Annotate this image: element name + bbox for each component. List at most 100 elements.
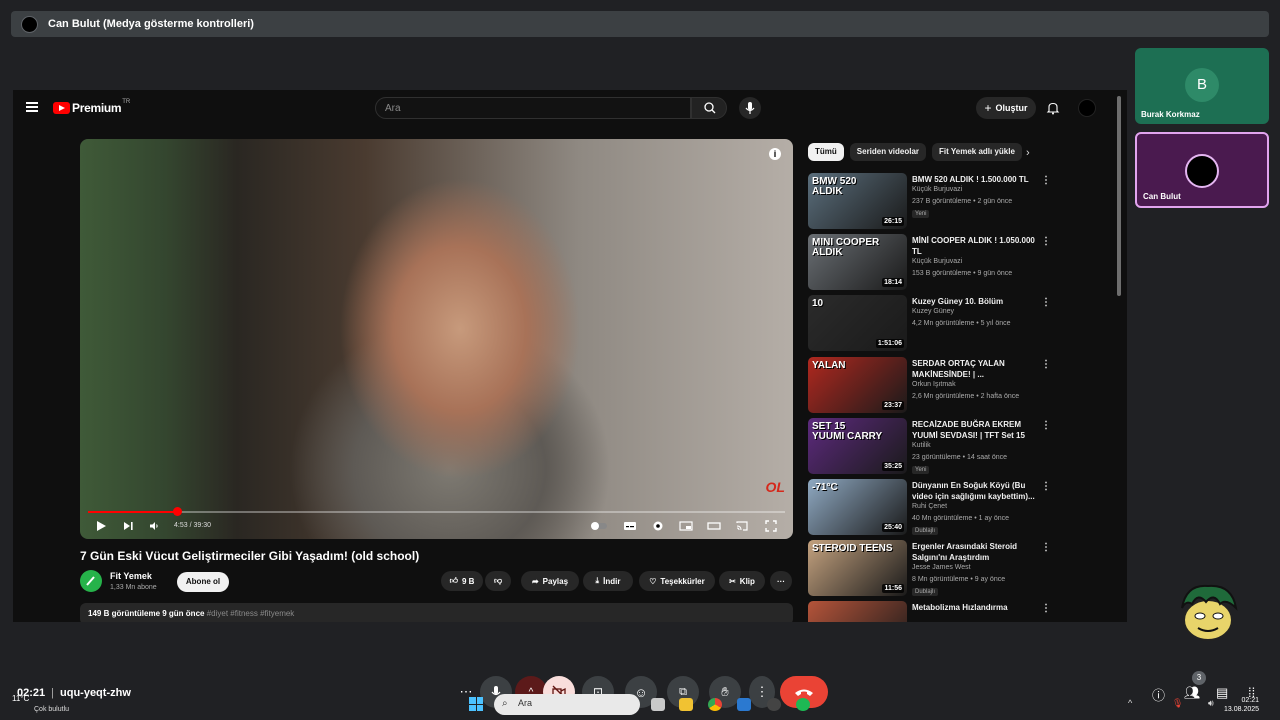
search-icon — [704, 102, 716, 114]
recommendation-item[interactable]: Metabolizma Hızlandırma ⋮ — [808, 601, 1053, 622]
miniplayer-icon[interactable] — [679, 520, 693, 532]
description-box[interactable]: 149 B görüntüleme 9 gün önce #diyet #fit… — [80, 603, 793, 622]
filter-chip[interactable]: Tümü — [808, 143, 844, 161]
create-button[interactable]: + Oluştur — [976, 97, 1036, 119]
more-vertical-icon[interactable]: ⋮ — [1041, 175, 1051, 186]
next-icon[interactable] — [122, 520, 134, 532]
video-thumbnail[interactable]: YALAN 23:37 — [808, 356, 907, 413]
recommendation-channel[interactable]: Kuzey Güney — [912, 308, 954, 315]
progress-scrubber[interactable] — [173, 507, 183, 516]
video-duration: 26:15 — [882, 217, 904, 226]
play-icon[interactable] — [95, 520, 107, 532]
recommendation-title[interactable]: Metabolizma Hızlandırma — [912, 602, 1037, 613]
more-vertical-icon[interactable]: ⋮ — [1041, 236, 1051, 247]
subtitles-icon[interactable] — [623, 520, 637, 532]
meeting-code[interactable]: uqu-yeqt-zhw — [60, 687, 131, 699]
participant-tile[interactable]: B Burak Korkmaz — [1135, 48, 1269, 124]
dislike-button[interactable]: 👎︎ — [485, 571, 511, 591]
recommendation-item[interactable]: MINI COOPER ALDIK 18:14 MİNİ COOPER ALDIK … — [808, 234, 1053, 292]
bell-icon[interactable] — [1046, 101, 1060, 115]
recommendation-channel[interactable]: Orkun Işıtmak — [912, 381, 956, 388]
volume-icon[interactable] — [148, 520, 160, 532]
settings-icon[interactable] — [652, 520, 664, 532]
more-vertical-icon[interactable]: ⋮ — [1041, 542, 1051, 553]
cast-icon[interactable] — [735, 520, 749, 532]
more-vertical-icon[interactable]: ⋮ — [1041, 603, 1051, 614]
account-avatar[interactable] — [1078, 99, 1096, 117]
presenter-bar[interactable]: Can Bulut (Medya gösterme kontrolleri) — [11, 11, 1269, 37]
more-vertical-icon[interactable]: ⋮ — [1041, 420, 1051, 431]
page-scrollbar[interactable] — [1117, 96, 1121, 296]
more-vertical-icon[interactable]: ⋮ — [1041, 359, 1051, 370]
like-button[interactable]: 👍︎ 9 B — [441, 571, 483, 591]
channel-name[interactable]: Fit Yemek — [110, 571, 152, 581]
file-explorer-icon[interactable] — [679, 698, 693, 711]
recommendation-item[interactable]: SET 15 YUUMI CARRY 35:25 RECAİZADE BUĞRA E… — [808, 417, 1053, 476]
recommendation-title[interactable]: MİNİ COOPER ALDIK ! 1.050.000 TL — [912, 235, 1037, 257]
video-thumbnail[interactable]: BMW 520 ALDIK 26:15 — [808, 173, 907, 229]
recommendation-title[interactable]: RECAİZADE BUĞRA EKREM YUUMİ SEVDASI! | T… — [912, 419, 1037, 441]
video-thumbnail[interactable] — [808, 601, 907, 622]
recommendation-item[interactable]: -71°C 25:40 Dünyanın En Soğuk Köyü (Bu vid… — [808, 479, 1053, 537]
video-thumbnail[interactable]: 10 1:51:06 — [808, 295, 907, 352]
weather-temp[interactable]: 11°C — [12, 694, 29, 703]
meeting-details-icon[interactable]: ⓘ — [1152, 685, 1165, 704]
taskbar-clock[interactable]: 02:21 13.08.2025 — [1224, 696, 1259, 714]
recommendation-item[interactable]: BMW 520 ALDIK 26:15 BMW 520 ALDIK ! 1.500.… — [808, 173, 1053, 231]
search-button[interactable] — [691, 97, 727, 119]
share-button[interactable]: ➦ Paylaş — [521, 571, 579, 591]
video-thumbnail[interactable]: -71°C 25:40 — [808, 479, 907, 535]
recommendation-channel[interactable]: Jesse James West — [912, 564, 971, 571]
recommendation-channel[interactable]: Ruhi Çenet — [912, 503, 947, 510]
fullscreen-icon[interactable] — [765, 520, 777, 532]
filter-chip[interactable]: Fit Yemek adlı yükle — [932, 143, 1022, 161]
recommendation-item[interactable]: 10 1:51:06 Kuzey Güney 10. Bölüm Kuzey Güne… — [808, 295, 1053, 353]
spotify-icon[interactable] — [796, 698, 810, 711]
video-thumbnail[interactable]: SET 15 YUUMI CARRY 35:25 — [808, 417, 907, 474]
recommendation-channel[interactable]: Küçük Burjuvazi — [912, 258, 962, 265]
subscribe-button[interactable]: Abone ol — [177, 572, 229, 592]
search-input[interactable]: Ara — [375, 97, 691, 119]
thanks-button[interactable]: ♡ Teşekkürler — [639, 571, 715, 591]
chevron-up-icon[interactable]: ^ — [1128, 698, 1132, 708]
download-button[interactable]: ⤓ İndir — [583, 571, 633, 591]
recommendation-channel[interactable]: Küçük Burjuvazi — [912, 186, 962, 193]
recommendation-title[interactable]: Ergenler Arasındaki Steroid Salgını'nı A… — [912, 541, 1037, 563]
video-thumbnail[interactable]: MINI COOPER ALDIK 18:14 — [808, 234, 907, 291]
hashtags[interactable]: #diyet #fitness #fityemek — [207, 609, 295, 618]
more-actions-button[interactable]: ··· — [770, 571, 792, 591]
more-vertical-icon[interactable]: ⋮ — [1041, 481, 1051, 492]
mic-muted-icon[interactable]: 🎙︎ — [1172, 698, 1183, 709]
app-icon[interactable] — [767, 698, 781, 711]
recommendation-item[interactable]: YALAN 23:37 SERDAR ORTAÇ YALAN MAKİNESİNDE… — [808, 356, 1053, 415]
participant-tile-active-speaker[interactable]: Can Bulut — [1135, 132, 1269, 208]
channel-avatar[interactable] — [80, 570, 102, 592]
chrome-icon[interactable] — [708, 698, 722, 711]
speaker-icon[interactable]: 🔊︎ — [1208, 698, 1214, 709]
store-icon[interactable] — [737, 698, 751, 711]
taskbar-search[interactable]: ⌕ Ara — [494, 694, 640, 715]
more-vertical-icon[interactable]: ⋮ — [1041, 297, 1051, 308]
recommendation-item[interactable]: STEROID TEENS 11:56 Ergenler Arasındaki St… — [808, 540, 1053, 598]
chevron-right-icon[interactable]: › — [1026, 147, 1030, 159]
recommendation-title[interactable]: Kuzey Güney 10. Bölüm — [912, 296, 1037, 307]
recommendation-title[interactable]: Dünyanın En Soğuk Köyü (Bu video için sa… — [912, 480, 1037, 502]
meet-window: Can Bulut (Medya gösterme kontrolleri) P… — [0, 0, 1280, 720]
windows-start-icon[interactable] — [469, 697, 483, 711]
filter-chip[interactable]: Seriden videolar — [849, 143, 927, 161]
info-icon[interactable]: i — [769, 148, 781, 160]
recommendation-title[interactable]: SERDAR ORTAÇ YALAN MAKİNESİNDE! | ... — [912, 358, 1037, 380]
theater-mode-icon[interactable] — [707, 520, 721, 532]
people-icon[interactable]: 👥︎ — [1184, 685, 1201, 701]
video-player[interactable]: i OL 4:53 / 39:30 — [80, 139, 793, 539]
task-view-icon[interactable] — [651, 698, 665, 711]
recommendation-title[interactable]: BMW 520 ALDIK ! 1.500.000 TL — [912, 174, 1037, 185]
menu-icon[interactable] — [26, 102, 38, 112]
youtube-logo[interactable]: Premium TR — [53, 99, 130, 115]
progress-bar[interactable] — [88, 507, 785, 516]
recommendation-channel[interactable]: Kutilik — [912, 442, 931, 449]
clip-button[interactable]: ✂ Klip — [719, 571, 765, 591]
voice-search-button[interactable] — [739, 97, 761, 119]
video-thumbnail[interactable]: STEROID TEENS 11:56 — [808, 540, 907, 597]
autoplay-toggle-icon[interactable] — [590, 520, 608, 532]
